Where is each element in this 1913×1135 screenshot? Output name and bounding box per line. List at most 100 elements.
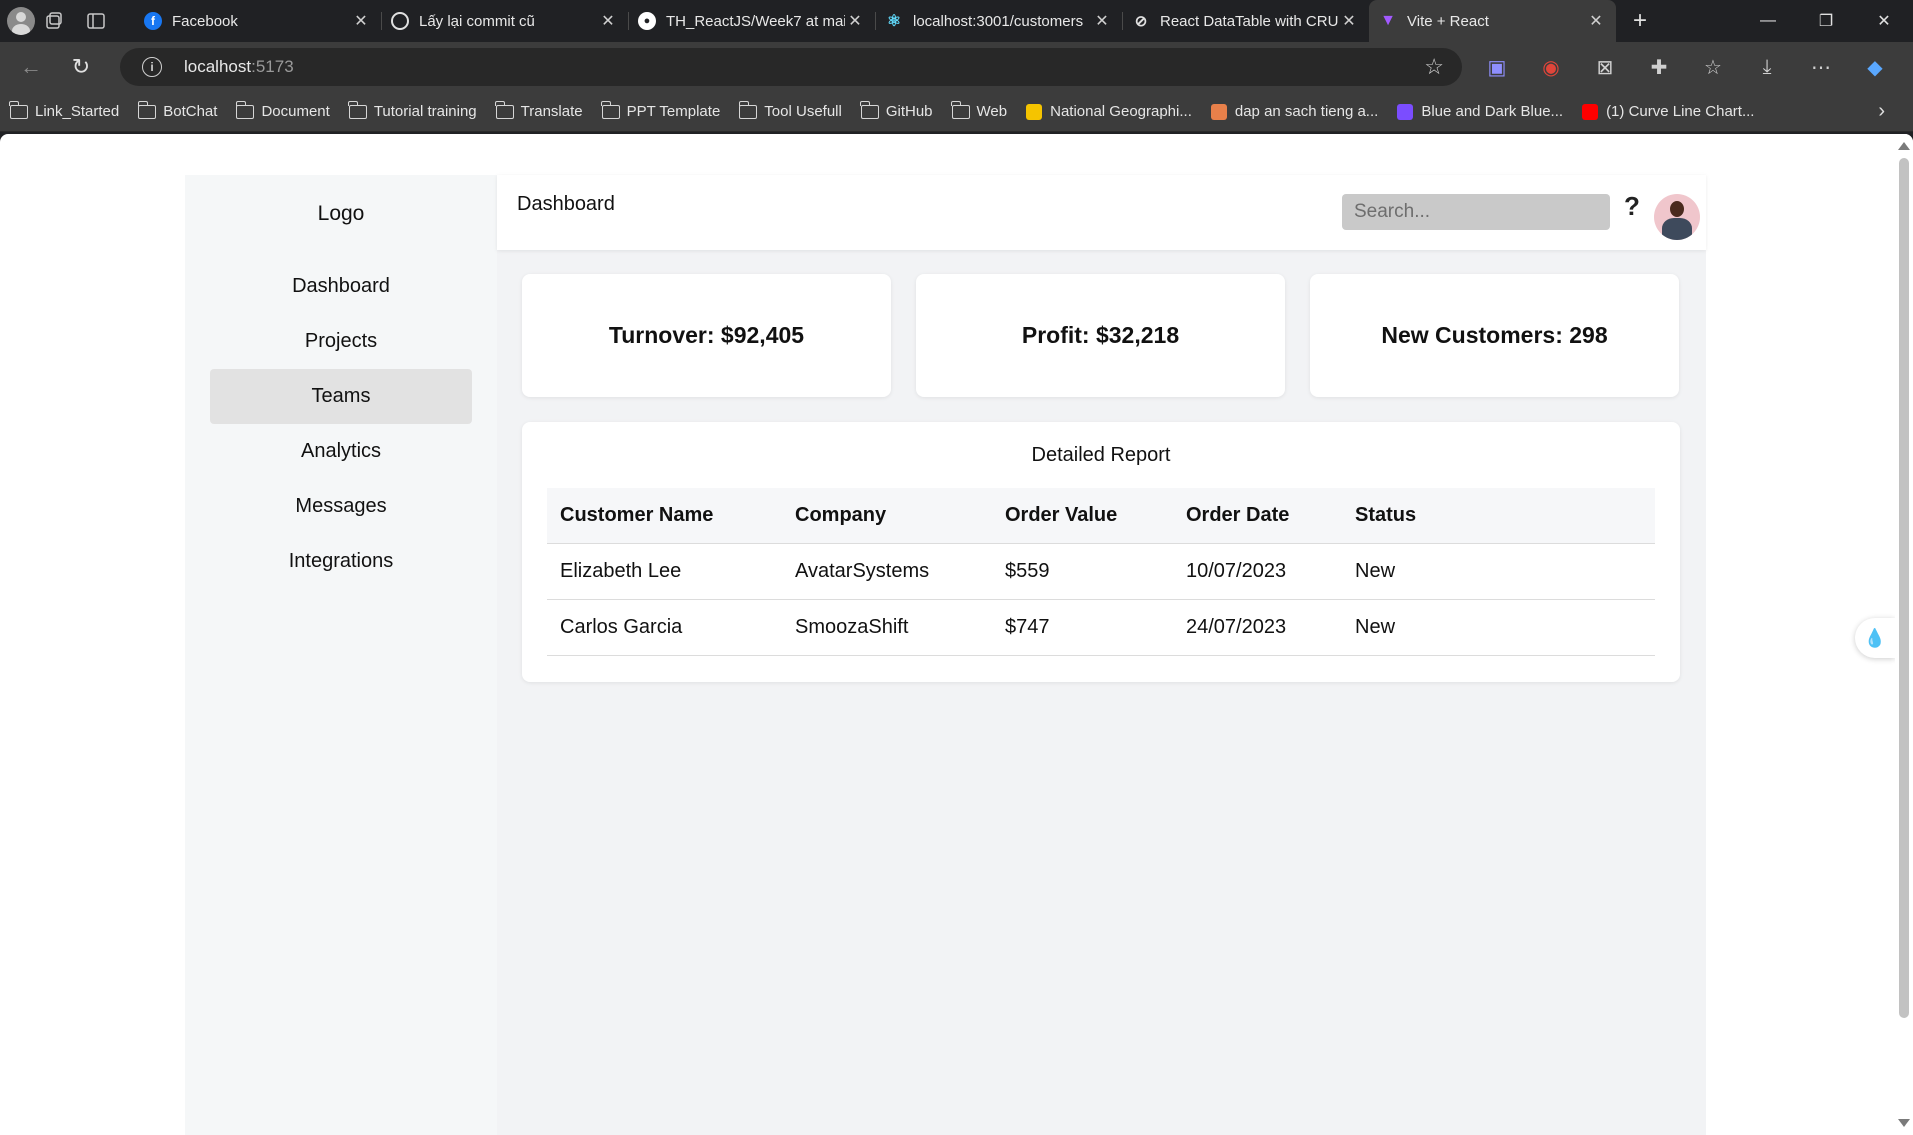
column-header[interactable]: Company — [782, 488, 992, 544]
url-text: localhost:5173 — [184, 57, 294, 76]
site-favicon-icon — [1397, 103, 1414, 120]
bookmark-item[interactable]: PPT Template — [601, 100, 720, 120]
bookmarks-overflow-icon[interactable]: › — [1878, 100, 1885, 123]
new-tab-icon[interactable]: + — [1616, 7, 1664, 35]
table-row[interactable]: Elizabeth Lee AvatarSystems $559 10/07/2… — [547, 543, 1655, 600]
profile-button[interactable] — [0, 3, 36, 39]
page-viewport: Logo Dashboard Projects Teams Analytics … — [0, 134, 1913, 1135]
more-menu-icon[interactable]: ⋯ — [1794, 55, 1848, 80]
link-icon: ⊘ — [1134, 13, 1148, 30]
cell-order-value: $747 — [992, 599, 1173, 656]
address-bar[interactable]: i localhost:5173 ☆ — [120, 48, 1462, 86]
main-content: Dashboard ? Turnover: $92,405 Profit: $3… — [497, 175, 1706, 1135]
browser-tab[interactable]: f Facebook ✕ — [134, 0, 381, 42]
sidebar-item-analytics[interactable]: Analytics — [210, 424, 472, 479]
column-header[interactable]: Order Value — [992, 488, 1173, 544]
close-tab-icon[interactable]: ✕ — [1586, 11, 1606, 31]
bookmark-item[interactable]: National Geographi... — [1026, 103, 1192, 120]
browser-toolbar: ← ↻ i localhost:5173 ☆ ▣ ◉ ⊠ ✚ ☆ ⤓ ⋯ ◆ — [0, 42, 1913, 92]
copilot-icon[interactable]: ◆ — [1848, 55, 1902, 80]
close-tab-icon[interactable]: ✕ — [1339, 11, 1359, 31]
sidebar: Logo Dashboard Projects Teams Analytics … — [185, 175, 497, 1135]
chatgpt-icon — [391, 12, 409, 30]
browser-tab[interactable]: Lấy lại commit cũ ✕ — [381, 0, 628, 42]
bookmark-label: Blue and Dark Blue... — [1421, 103, 1564, 120]
bookmark-item[interactable]: Blue and Dark Blue... — [1397, 103, 1563, 120]
new-customers-card: New Customers: 298 — [1310, 274, 1679, 397]
profit-card: Profit: $32,218 — [916, 274, 1285, 397]
workspaces-icon[interactable] — [36, 3, 72, 39]
scrollbar-thumb[interactable] — [1899, 158, 1909, 1018]
sidebar-item-messages[interactable]: Messages — [210, 479, 472, 534]
bookmark-item[interactable]: BotChat — [137, 100, 218, 120]
cell-company: SmoozaShift — [782, 599, 992, 656]
browser-tab[interactable]: ⚛ localhost:3001/customers ✕ — [875, 0, 1122, 42]
browser-tab[interactable]: ● TH_ReactJS/Week7 at main ✕ — [628, 0, 875, 42]
extension-square-icon[interactable]: ▣ — [1470, 55, 1524, 80]
scroll-down-icon[interactable] — [1898, 1119, 1910, 1127]
page-header: Dashboard ? — [497, 175, 1706, 250]
tab-title: TH_ReactJS/Week7 at main — [666, 12, 845, 30]
bookmark-item[interactable]: Document — [235, 100, 330, 120]
report-title: Detailed Report — [1031, 444, 1171, 466]
summary-cards: Turnover: $92,405 Profit: $32,218 New Cu… — [522, 274, 1679, 397]
close-tab-icon[interactable]: ✕ — [845, 11, 865, 31]
extensions-puzzle-icon[interactable]: ✚ — [1632, 55, 1686, 80]
bookmark-label: Document — [261, 103, 330, 120]
sidebar-item-projects[interactable]: Projects — [210, 314, 472, 369]
page-scrollbar[interactable] — [1895, 134, 1913, 1135]
bookmark-item[interactable]: dap an sach tieng a... — [1210, 103, 1378, 120]
sidebar-item-dashboard[interactable]: Dashboard — [210, 259, 472, 314]
site-info-icon[interactable]: i — [142, 57, 162, 77]
sidebar-assistant-icon[interactable]: 💧 — [1855, 618, 1895, 658]
favorite-star-icon[interactable]: ☆ — [1424, 54, 1444, 80]
cell-order-date: 10/07/2023 — [1173, 543, 1342, 600]
bookmark-item[interactable]: Link_Started — [9, 100, 120, 120]
vertical-tabs-icon[interactable] — [78, 3, 114, 39]
avatar[interactable] — [1654, 194, 1700, 240]
extensions-area: ▣ ◉ ⊠ ✚ ☆ ⤓ ⋯ ◆ — [1470, 42, 1902, 92]
reload-icon[interactable]: ↻ — [56, 47, 106, 87]
tab-title: Vite + React — [1407, 12, 1489, 30]
help-icon[interactable]: ? — [1624, 191, 1640, 222]
bookmark-label: Link_Started — [35, 103, 120, 120]
column-header[interactable]: Customer Name — [547, 488, 782, 544]
search-input[interactable] — [1342, 194, 1610, 230]
bookmark-label: National Geographi... — [1050, 103, 1192, 120]
scroll-up-icon[interactable] — [1898, 142, 1910, 150]
tab-bar: f Facebook ✕ Lấy lại commit cũ ✕ ● TH_Re… — [0, 0, 1913, 42]
sidebar-item-teams[interactable]: Teams — [210, 369, 472, 424]
download-icon[interactable]: ⤓ — [1740, 56, 1794, 79]
tab-title: React DataTable with CRUD — [1160, 12, 1339, 30]
bookmark-item[interactable]: Tutorial training — [348, 100, 477, 120]
bookmark-item[interactable]: (1) Curve Line Chart... — [1582, 103, 1754, 120]
bookmark-item[interactable]: Translate — [495, 100, 583, 120]
extension-grid-icon[interactable]: ⊠ — [1578, 55, 1632, 80]
browser-tab-active[interactable]: ▼ Vite + React ✕ — [1369, 0, 1616, 42]
browser-tab[interactable]: ⊘ React DataTable with CRUD ✕ — [1122, 0, 1369, 42]
facebook-icon: f — [144, 12, 162, 30]
close-tab-icon[interactable]: ✕ — [598, 11, 618, 31]
table-row[interactable]: Carlos Garcia SmoozaShift $747 24/07/202… — [547, 599, 1655, 656]
bookmark-item[interactable]: GitHub — [860, 100, 933, 120]
bookmark-label: Tutorial training — [373, 103, 477, 120]
sidebar-item-integrations[interactable]: Integrations — [210, 534, 472, 589]
folder-icon — [738, 100, 758, 119]
close-window-icon[interactable]: ✕ — [1855, 0, 1913, 42]
bookmark-label: BotChat — [163, 103, 218, 120]
back-icon[interactable]: ← — [6, 47, 56, 87]
bookmark-label: Web — [976, 103, 1008, 120]
restore-icon[interactable]: ❐ — [1797, 0, 1855, 42]
site-favicon-icon — [1026, 103, 1043, 120]
chrome-extension-icon[interactable]: ◉ — [1524, 55, 1578, 80]
bookmark-label: Translate — [520, 103, 583, 120]
bookmark-item[interactable]: Tool Usefull — [738, 100, 842, 120]
app-root: Logo Dashboard Projects Teams Analytics … — [185, 175, 1706, 1135]
column-header[interactable]: Order Date — [1173, 488, 1342, 544]
minimize-icon[interactable]: — — [1739, 0, 1797, 42]
bookmark-item[interactable]: Web — [950, 100, 1008, 120]
close-tab-icon[interactable]: ✕ — [351, 11, 371, 31]
column-header[interactable]: Status — [1342, 488, 1655, 544]
favorites-icon[interactable]: ☆ — [1686, 55, 1740, 80]
close-tab-icon[interactable]: ✕ — [1092, 11, 1112, 31]
